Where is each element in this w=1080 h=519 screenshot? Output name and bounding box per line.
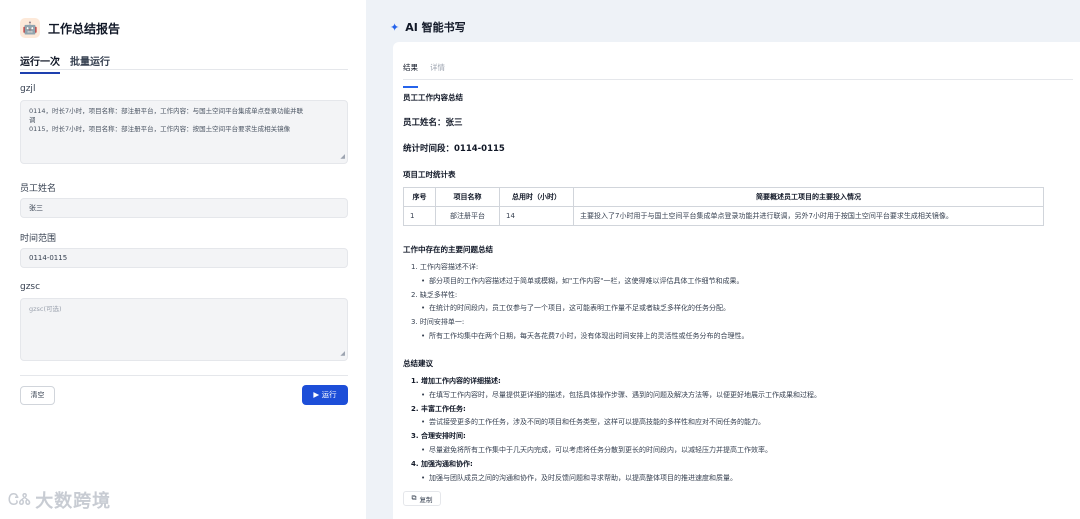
left-panel: 🤖 工作总结报告 运行一次 批量运行 gzjl 0114，时长7小时，项目名称：… bbox=[0, 0, 366, 519]
gzjl-line-3: 0115，时长7小时，项目名称：部注册平台，工作内容：按国土空间平台要求生成相关… bbox=[29, 125, 291, 133]
watermark-logo-icon: ᏣᏜ bbox=[8, 490, 32, 509]
tab-run-once[interactable]: 运行一次 bbox=[20, 53, 60, 74]
gzjl-textarea[interactable]: 0114，时长7小时，项目名称：部注册平台，工作内容：与国土空间平台集成单点登录… bbox=[20, 100, 348, 164]
gzjl-line-2: 调 bbox=[29, 116, 36, 124]
list-item: 4. 加强沟通和协作: bbox=[403, 458, 821, 472]
tab-details[interactable]: 详情 bbox=[430, 62, 445, 79]
list-item: 3. 时间安排单一: bbox=[411, 318, 465, 327]
copy-icon: ⧉ bbox=[411, 494, 417, 502]
suggestion-title: 3. 合理安排时间: bbox=[411, 432, 466, 441]
gzsc-placeholder: gzsc(可选) bbox=[29, 305, 62, 313]
app-header: 🤖 工作总结报告 bbox=[20, 18, 120, 38]
cell-project: 部注册平台 bbox=[435, 206, 500, 226]
list-item: 2. 丰富工作任务: bbox=[403, 403, 821, 417]
suggestion-title: 2. 丰富工作任务: bbox=[411, 404, 466, 413]
suggestions-list: 1. 增加工作内容的详细描述: 在填写工作内容时，尽量提供更详细的描述，包括具体… bbox=[403, 375, 821, 485]
list-item-bullet: 尝试接受更多的工作任务，涉及不同的项目和任务类型，这样可以提高技能的多样性和应对… bbox=[403, 416, 821, 430]
resize-handle-icon[interactable]: ◢ bbox=[340, 349, 345, 358]
problems-list: 1. 工作内容描述不详: 部分项目的工作内容描述过于简单或模糊，如"工作内容"一… bbox=[403, 261, 748, 344]
list-item: 1. 增加工作内容的详细描述: bbox=[403, 375, 821, 389]
list-item-bullet: 部分项目的工作内容描述过于简单或模糊，如"工作内容"一栏，这使得难以评估具体工作… bbox=[403, 275, 748, 289]
gzjl-label: gzjl bbox=[20, 84, 36, 94]
tab-batch-run[interactable]: 批量运行 bbox=[70, 53, 110, 69]
col-project: 项目名称 bbox=[435, 187, 500, 207]
sparkle-icon: ✦ bbox=[390, 20, 400, 34]
employee-name-label: 员工姓名 bbox=[20, 184, 57, 194]
period-line: 统计时间段：0114-0115 bbox=[403, 144, 505, 154]
watermark-text: 大数跨境 bbox=[35, 491, 112, 512]
suggestion-title: 4. 加强沟通和协作: bbox=[411, 459, 473, 468]
time-range-label: 时间范围 bbox=[20, 234, 57, 244]
list-item: 2. 缺乏多样性: bbox=[411, 290, 458, 299]
suggestions-title: 总结建议 bbox=[403, 359, 433, 368]
form-divider bbox=[20, 375, 348, 376]
right-title: AI 智能书写 bbox=[405, 21, 466, 34]
copy-button-label: 复制 bbox=[419, 495, 433, 504]
col-summary: 简要概述员工项目的主要投入情况 bbox=[573, 187, 1044, 207]
list-item-bullet: 在统计的时间段内，员工仅参与了一个项目，这可能表明工作量不足或者缺乏多样化的任务… bbox=[403, 302, 748, 316]
suggestion-title: 1. 增加工作内容的详细描述: bbox=[411, 377, 501, 385]
employee-name-input[interactable]: 张三 bbox=[20, 198, 348, 218]
employee-name-line: 员工姓名：张三 bbox=[403, 118, 463, 128]
play-icon: ▶ bbox=[313, 390, 320, 399]
table-header-row: 序号 项目名称 总用时（小时） 简要概述员工项目的主要投入情况 bbox=[403, 187, 1044, 207]
list-item: 3. 合理安排时间: bbox=[403, 430, 821, 444]
run-mode-tabs: 运行一次 批量运行 bbox=[20, 53, 348, 74]
tab-result[interactable]: 结果 bbox=[403, 62, 418, 88]
cell-summary: 主要投入了7小时用于与国土空间平台集成单点登录功能并进行联调，另外7小时用于按国… bbox=[573, 206, 1044, 226]
col-index: 序号 bbox=[403, 187, 436, 207]
table-row: 1 部注册平台 14 主要投入了7小时用于与国土空间平台集成单点登录功能并进行联… bbox=[403, 206, 1044, 226]
gzjl-line-1: 0114，时长7小时，项目名称：部注册平台，工作内容：与国土空间平台集成单点登录… bbox=[29, 107, 304, 115]
robot-avatar-icon: 🤖 bbox=[20, 18, 40, 38]
problems-title: 工作中存在的主要问题总结 bbox=[403, 245, 493, 254]
table-title: 项目工时统计表 bbox=[403, 170, 456, 179]
run-button-label: 运行 bbox=[321, 390, 337, 399]
copy-button[interactable]: ⧉ 复制 bbox=[403, 491, 441, 506]
result-card: 结果 详情 员工工作内容总结 员工姓名：张三 统计时间段：0114-0115 项… bbox=[393, 42, 1080, 519]
work-hours-table: 序号 项目名称 总用时（小时） 简要概述员工项目的主要投入情况 1 部注册平台 … bbox=[403, 187, 1044, 226]
list-item-bullet: 尽量避免将所有工作集中于几天内完成，可以考虑将任务分散到更长的时间段内，以减轻压… bbox=[403, 444, 821, 458]
list-item: 1. 工作内容描述不详: bbox=[411, 263, 479, 271]
report-heading: 员工工作内容总结 bbox=[403, 93, 463, 102]
col-hours: 总用时（小时） bbox=[499, 187, 574, 207]
watermark: ᏣᏜ 大数跨境 bbox=[8, 487, 111, 513]
resize-handle-icon[interactable]: ◢ bbox=[340, 152, 345, 161]
result-tabs: 结果 详情 bbox=[403, 62, 1073, 88]
gzsc-label: gzsc bbox=[20, 282, 41, 292]
cell-hours: 14 bbox=[499, 206, 574, 226]
run-button[interactable]: ▶ 运行 bbox=[302, 385, 348, 405]
gzsc-textarea[interactable]: gzsc(可选) ◢ bbox=[20, 298, 348, 361]
list-item-bullet: 加强与团队成员之间的沟通和协作，及时反馈问题和寻求帮助，以提高整体项目的推进速度… bbox=[403, 472, 821, 486]
list-item-bullet: 所有工作均集中在两个日期，每天各花费7小时，没有体现出时间安排上的灵活性或任务分… bbox=[403, 330, 748, 344]
list-item-bullet: 在填写工作内容时，尽量提供更详细的描述，包括具体操作步骤、遇到的问题及解决方法等… bbox=[403, 389, 821, 403]
right-header: ✦ AI 智能书写 bbox=[390, 19, 466, 35]
clear-button[interactable]: 清空 bbox=[20, 386, 55, 405]
app-title: 工作总结报告 bbox=[48, 21, 121, 36]
cell-index: 1 bbox=[403, 206, 436, 226]
time-range-input[interactable]: 0114-0115 bbox=[20, 248, 348, 268]
